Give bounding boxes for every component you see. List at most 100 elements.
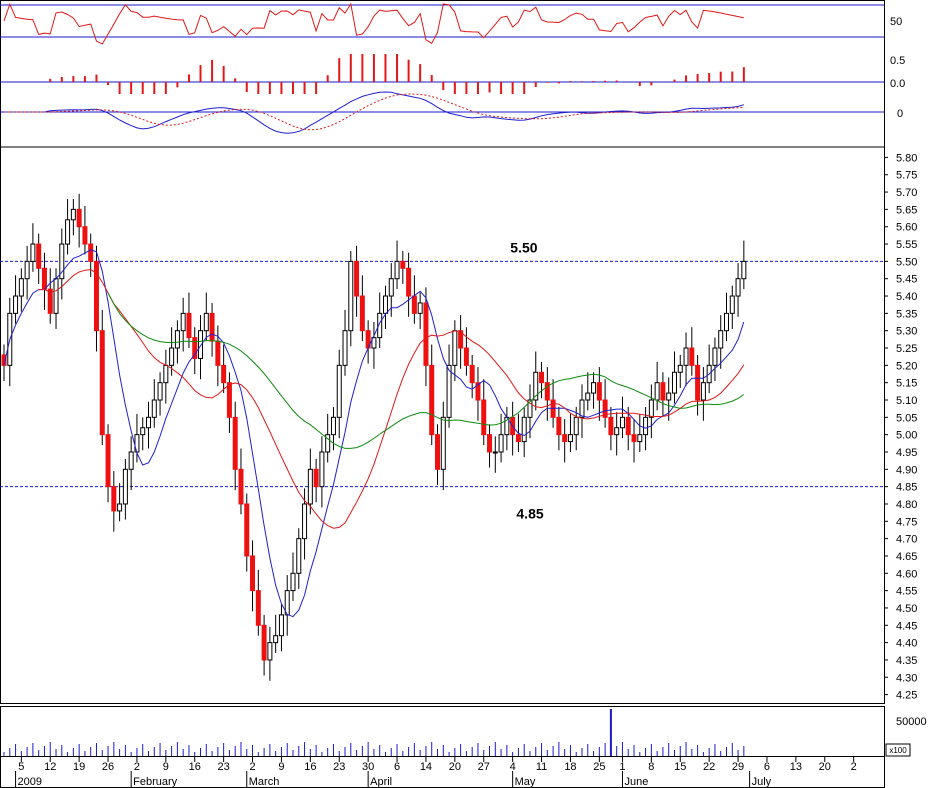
candle-body: [619, 416, 625, 429]
price-tick-label: 5.55: [896, 239, 917, 251]
candle-body: [342, 330, 348, 366]
candle-body: [273, 635, 279, 644]
candle-body: [250, 555, 256, 592]
price-tick-label: 4.30: [896, 672, 917, 684]
candle-body: [140, 427, 146, 436]
price-tick-label: 5.05: [896, 412, 917, 424]
price-tick-label: 5.50: [896, 256, 917, 268]
candle-body: [631, 434, 637, 443]
date-tick-label: 22: [703, 761, 715, 773]
candle-body: [47, 288, 53, 314]
candle-body: [70, 208, 76, 221]
month-label: February: [133, 776, 178, 788]
date-tick-label: 26: [102, 761, 114, 773]
candle-body: [65, 219, 71, 245]
candle-body: [267, 642, 273, 661]
candle-body: [354, 260, 360, 297]
date-tick-label: 25: [593, 761, 605, 773]
candle-body: [88, 243, 94, 262]
candle-body: [111, 486, 117, 512]
stock-chart: 50 0.5 0.0 0 5.80 5.75 5.70 5.65 5.60 5.55 5.50 5.4…: [0, 0, 935, 788]
candle-body: [290, 572, 296, 592]
month-label: 2009: [18, 776, 42, 788]
price-tick-label: 4.65: [896, 551, 917, 563]
price-tick-label: 5.35: [896, 308, 917, 320]
candle-body: [163, 364, 169, 384]
candle-body: [226, 382, 232, 418]
price-tick-label: 4.75: [896, 516, 917, 528]
price-annotation: 4.85: [516, 506, 543, 522]
candle-body: [735, 278, 741, 297]
price-tick-label: 4.55: [896, 586, 917, 598]
candle-body: [128, 451, 134, 470]
candle-body: [671, 371, 677, 394]
month-label: June: [624, 776, 648, 788]
price-tick-label: 4.50: [896, 603, 917, 615]
candle-body: [521, 416, 527, 443]
month-label: May: [515, 776, 536, 788]
candle-body: [388, 278, 394, 297]
candle-body: [556, 416, 562, 436]
candle-body: [348, 260, 354, 332]
candle-body: [539, 371, 545, 384]
candle-body: [515, 434, 521, 443]
candle-body: [689, 347, 695, 366]
price-tick-label: 5.45: [896, 274, 917, 286]
candle-body: [417, 302, 423, 314]
candle-body: [302, 503, 308, 540]
candle-body: [41, 267, 47, 290]
candle-body: [463, 347, 469, 366]
candle-body: [435, 434, 440, 470]
date-tick-label: 23: [333, 761, 345, 773]
candle-body: [677, 364, 683, 373]
candle-body: [76, 208, 82, 228]
candle-body: [469, 364, 475, 384]
candle-body: [122, 468, 128, 505]
candle-body: [157, 382, 163, 401]
candle-body: [487, 434, 493, 453]
candle-body: [423, 302, 429, 366]
candle-body: [498, 434, 504, 453]
rsi-tick: 50: [890, 16, 902, 28]
date-tick-label: 15: [674, 761, 686, 773]
candle-body: [146, 416, 151, 429]
month-label: July: [752, 776, 772, 788]
candle-body: [255, 590, 261, 626]
osc-tick: 0.5: [890, 55, 905, 67]
candle-body: [400, 260, 406, 269]
date-tick-label: 8: [648, 761, 654, 773]
candle-body: [567, 434, 573, 443]
candle-body: [359, 295, 365, 332]
candle-body: [319, 451, 325, 488]
candle-body: [13, 295, 19, 314]
date-tick-label: 16: [189, 761, 201, 773]
candle-body: [481, 399, 487, 436]
price-tick-label: 4.45: [896, 620, 917, 632]
candle-body: [30, 243, 36, 262]
date-tick-label: 9: [278, 761, 284, 773]
date-tick-label: 23: [218, 761, 230, 773]
price-tick-label: 5.60: [896, 222, 917, 234]
candle-body: [596, 382, 602, 401]
price-tick-label: 4.70: [896, 534, 917, 546]
price-annotation: 5.50: [510, 239, 537, 255]
candle-body: [24, 260, 30, 280]
candle-body: [336, 364, 342, 418]
price-tick-label: 5.00: [896, 430, 917, 442]
candle-body: [215, 340, 221, 366]
candle-body: [614, 427, 620, 436]
candle-body: [105, 434, 111, 488]
price-tick-label: 4.35: [896, 655, 917, 667]
candle-body: [573, 416, 579, 436]
price-tick-label: 5.30: [896, 326, 917, 338]
candle-body: [562, 434, 568, 443]
candle-body: [648, 399, 654, 418]
price-tick-label: 5.70: [896, 187, 917, 199]
date-tick-label: 19: [73, 761, 85, 773]
date-tick-label: 11: [536, 761, 547, 773]
date-tick-label: 16: [304, 761, 316, 773]
candle-body: [446, 364, 452, 418]
candle-body: [654, 382, 660, 401]
candle-body: [643, 416, 649, 436]
candle-body: [36, 243, 42, 269]
